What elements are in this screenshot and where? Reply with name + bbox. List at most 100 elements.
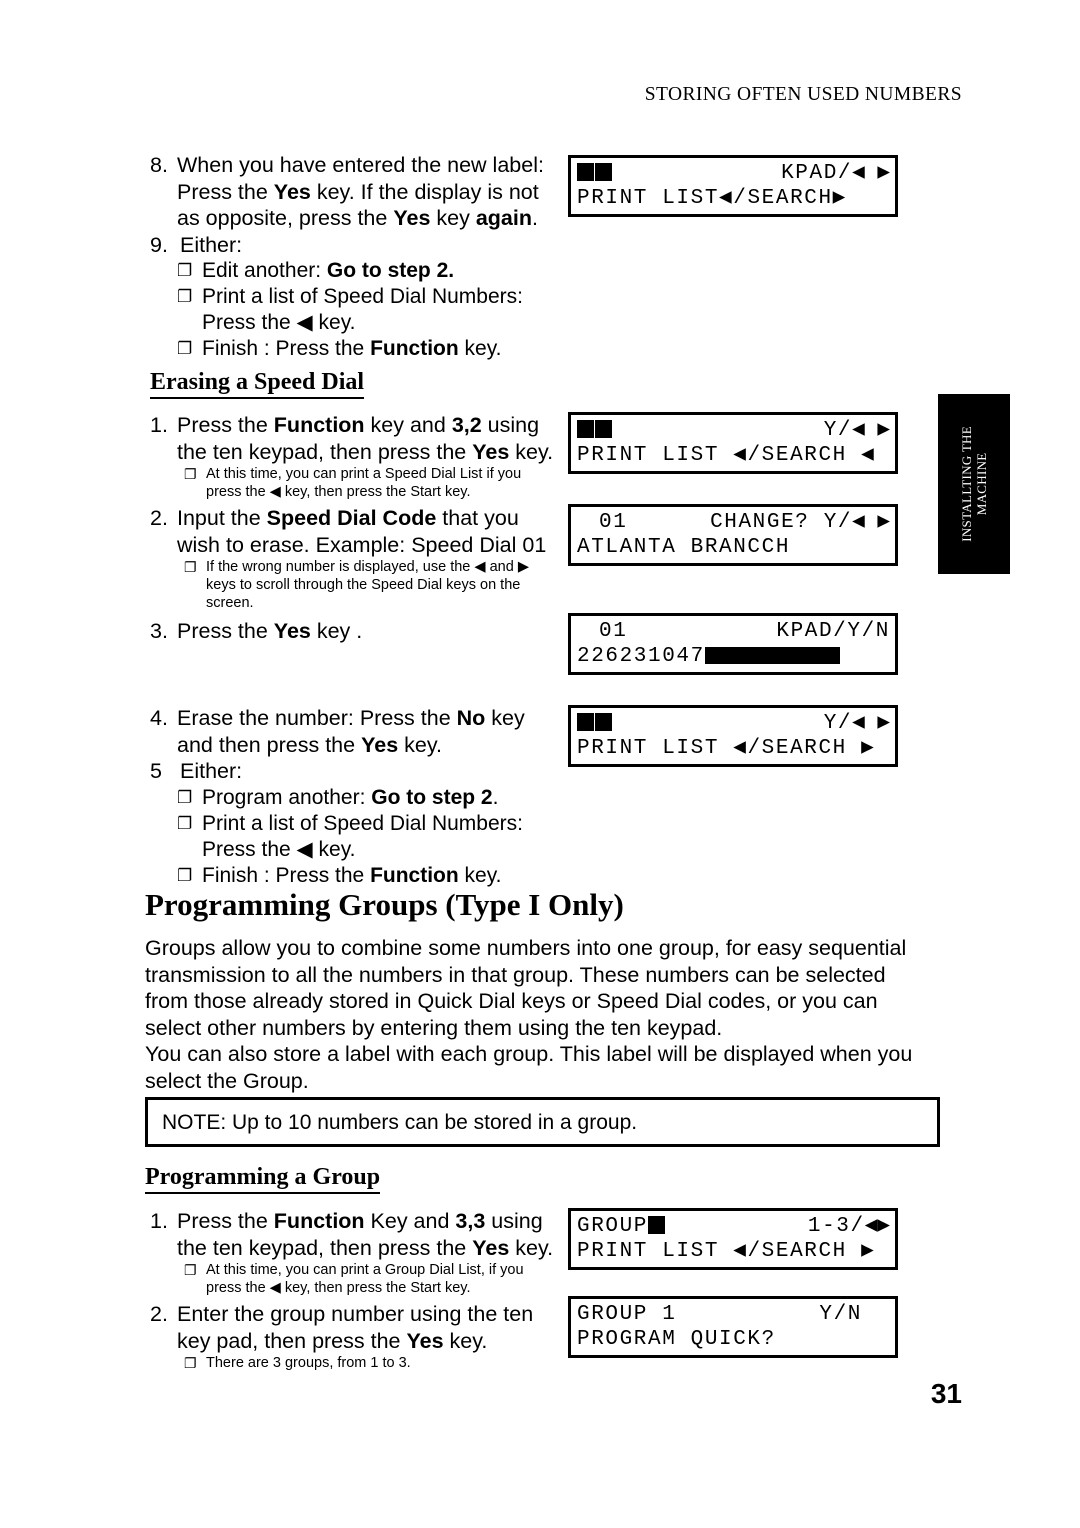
programming-a-group-steps: 1. Press the Function Key and 3,3 using … <box>150 1208 570 1372</box>
erasing-step-2: 2. Input the Speed Dial Code that you wi… <box>150 505 570 558</box>
erasing-step-5: 5 Either: <box>150 758 570 785</box>
lcd-5-cursor-blocks <box>577 711 613 736</box>
note-box: NOTE: Up to 10 numbers can be stored in … <box>145 1097 940 1147</box>
erasing-step-2-note-line-1: If the wrong number is displayed, use th… <box>206 559 529 575</box>
lcd-display-4: 01 KPAD/Y/N 226231047 <box>568 613 898 675</box>
lcd-display-5: Y/◀ ▶ PRINT LIST ◀/SEARCH ▶ <box>568 705 898 767</box>
erasing-step-4-line-1: Erase the number: Press the No key <box>177 706 525 730</box>
lcd-3-label: ATLANTA BRANCCH <box>577 536 791 559</box>
side-tab-line-2: MACHINE <box>974 452 989 516</box>
groups-p1-line-1: Groups allow you to combine some numbers… <box>145 936 907 960</box>
lcd-2-line-2: PRINT LIST ◀/SEARCH ◀ <box>577 444 876 467</box>
groups-heading-wrap: Programming Groups (Type I Only) <box>145 887 945 923</box>
section-heading-programming-a-group: Programming a Group <box>145 1163 381 1194</box>
lcd-display-6: GROUP 1-3/◀▶ PRINT LIST ◀/SEARCH ▶ <box>568 1208 898 1270</box>
lcd-5-line-1-right: Y/◀ ▶ <box>823 712 890 735</box>
groups-p2-line-1: You can also store a label with each gro… <box>145 1042 913 1066</box>
groups-p1-line-2: transmission to all the numbers in that … <box>145 962 886 987</box>
list-item: ❐ Program another: Go to step 2. <box>177 785 499 809</box>
lcd-6-line-2: PRINT LIST ◀/SEARCH ▶ <box>577 1240 876 1263</box>
lcd-display-2: Y/◀ ▶ PRINT LIST ◀/SEARCH ◀ <box>568 412 898 474</box>
erasing-step-1: 1. Press the Function key and 3,2 using … <box>150 412 570 465</box>
checkbox-icon: ❐ <box>177 261 193 280</box>
group-step-1-note-line-2: press the ◀ key, then press the Start ke… <box>206 1280 471 1296</box>
groups-p2-line-2: select the Group. <box>145 1068 309 1093</box>
arrow-right-icon: ▶ <box>517 559 529 575</box>
groups-p1-line-3: from those already stored in Quick Dial … <box>145 989 878 1013</box>
checkbox-icon: ❐ <box>177 287 193 306</box>
step-8-block: 8. When you have entered the new label: … <box>150 152 570 362</box>
side-tab-line-1: INSTALLTING THE <box>959 426 974 542</box>
list-item: ❐ Print a list of Speed Dial Numbers: Pr… <box>177 811 523 861</box>
section-heading-erasing: Erasing a Speed Dial <box>150 368 365 399</box>
step-9: 9. Either: <box>150 232 570 259</box>
lcd-7-group: GROUP 1 <box>577 1303 677 1326</box>
erasing-step-4-number: 4. <box>150 706 168 730</box>
erasing-step-4: 4. Erase the number: Press the No key an… <box>150 705 570 758</box>
lcd-2-cursor-blocks <box>577 418 613 443</box>
step-8-number: 8. <box>150 153 168 177</box>
lcd-1-line-1-right: KPAD/◀ ▶ <box>781 162 890 185</box>
group-step-2: 2. Enter the group number using the ten … <box>150 1301 570 1354</box>
list-item: ❐ Print a list of Speed Dial Numbers: Pr… <box>177 285 523 334</box>
checkbox-icon: ❐ <box>177 865 193 885</box>
erasing-step-1-note-line-2: press the ◀ key, then press the Start ke… <box>206 484 471 500</box>
checkbox-icon: ❐ <box>184 466 197 482</box>
erasing-step-1-line-1: Press the Function key and 3,2 using <box>177 413 540 437</box>
lcd-3-line-1-right: CHANGE? Y/◀ ▶ <box>710 511 890 534</box>
step-8: 8. When you have entered the new label: … <box>150 152 570 232</box>
list-item: ❐ Finish : Press the Function key. <box>177 337 502 360</box>
erasing-step-3: 3. Press the Yes key . <box>150 618 570 645</box>
step-8-line-1: When you have entered the new label: <box>177 153 544 177</box>
groups-paragraph-1: Groups allow you to combine some numbers… <box>145 935 945 1041</box>
erasing-heading-wrap: Erasing a Speed Dial <box>150 368 570 399</box>
note-item: ❐ If the wrong number is displayed, use … <box>184 558 570 612</box>
lcd-1-cursor-blocks <box>577 161 613 186</box>
group-step-2-note: There are 3 groups, from 1 to 3. <box>206 1355 411 1371</box>
groups-p1-line-4: select other numbers by entering them us… <box>145 1015 723 1040</box>
erasing-step-2-note-line-3: screen. <box>206 595 254 611</box>
arrow-left-icon: ◀ <box>296 837 313 861</box>
erasing-step-3-line-1: Press the Yes key . <box>177 619 363 643</box>
erasing-steps-4-5: 4. Erase the number: Press the No key an… <box>150 705 570 889</box>
side-tab-installing-the-machine: INSTALLTING THE MACHINE <box>938 394 1010 574</box>
group-step-1-line-1: Press the Function Key and 3,3 using <box>177 1209 543 1233</box>
erasing-step-5-label: Either: <box>180 759 243 783</box>
lcd-6-line-1-right: 1-3/◀▶ <box>807 1215 890 1238</box>
lcd-4-fill-blocks <box>704 645 840 668</box>
checkbox-icon: ❐ <box>177 787 193 807</box>
arrow-left-icon: ◀ <box>474 559 486 575</box>
lcd-6-line-1-left: GROUP <box>577 1214 666 1239</box>
group-step-1: 1. Press the Function Key and 3,3 using … <box>150 1208 570 1261</box>
erasing-step-2-line-1: Input the Speed Dial Code that you <box>177 506 519 530</box>
note-item: ❐ At this time, you can print a Group Di… <box>184 1261 570 1297</box>
erasing-step-5-number: 5 <box>150 759 162 783</box>
lcd-display-1: KPAD/◀ ▶ PRINT LIST◀/SEARCH▶ <box>568 155 898 217</box>
note-item: ❐ At this time, you can print a Speed Di… <box>184 465 570 501</box>
erasing-step-1-number: 1. <box>150 413 168 437</box>
erasing-step-3-number: 3. <box>150 619 168 643</box>
lcd-4-number: 226231047 <box>577 644 840 669</box>
running-head: STORING OFTEN USED NUMBERS <box>644 84 962 105</box>
checkbox-icon: ❐ <box>184 559 197 575</box>
lcd-7-line-2: PROGRAM QUICK? <box>577 1328 776 1351</box>
checkbox-icon: ❐ <box>184 1262 197 1278</box>
lcd-1-line-2: PRINT LIST◀/SEARCH▶ <box>577 187 847 210</box>
programming-a-group-heading-wrap: Programming a Group <box>145 1163 945 1194</box>
arrow-left-icon: ◀ <box>269 484 281 500</box>
erasing-step-1-line-2: the ten keypad, then press the Yes key. <box>177 439 554 464</box>
erasing-step-2-line-2: wish to erase. Example: Speed Dial 01 <box>177 532 547 557</box>
group-step-2-line-1: Enter the group number using the ten <box>177 1302 534 1326</box>
arrow-left-icon: ◀ <box>269 1280 281 1296</box>
lcd-4-line-1-right: KPAD/Y/N <box>776 620 890 643</box>
list-item: ❐ Finish : Press the Function key. <box>177 863 502 887</box>
lcd-display-7: GROUP 1 Y/N PROGRAM QUICK? <box>568 1296 898 1358</box>
note-item: ❐ There are 3 groups, from 1 to 3. <box>184 1354 570 1372</box>
lcd-3-code: 01 <box>599 511 628 534</box>
page-number: 31 <box>930 1378 962 1409</box>
list-item: ❐ Edit another: Go to step 2. <box>177 259 455 282</box>
checkbox-icon: ❐ <box>177 339 193 358</box>
step-8-line-3: as opposite, press the Yes key again. <box>177 206 538 230</box>
erasing-steps: 1. Press the Function key and 3,2 using … <box>150 412 570 645</box>
erasing-step-4-line-2: and then press the Yes key. <box>177 732 442 757</box>
